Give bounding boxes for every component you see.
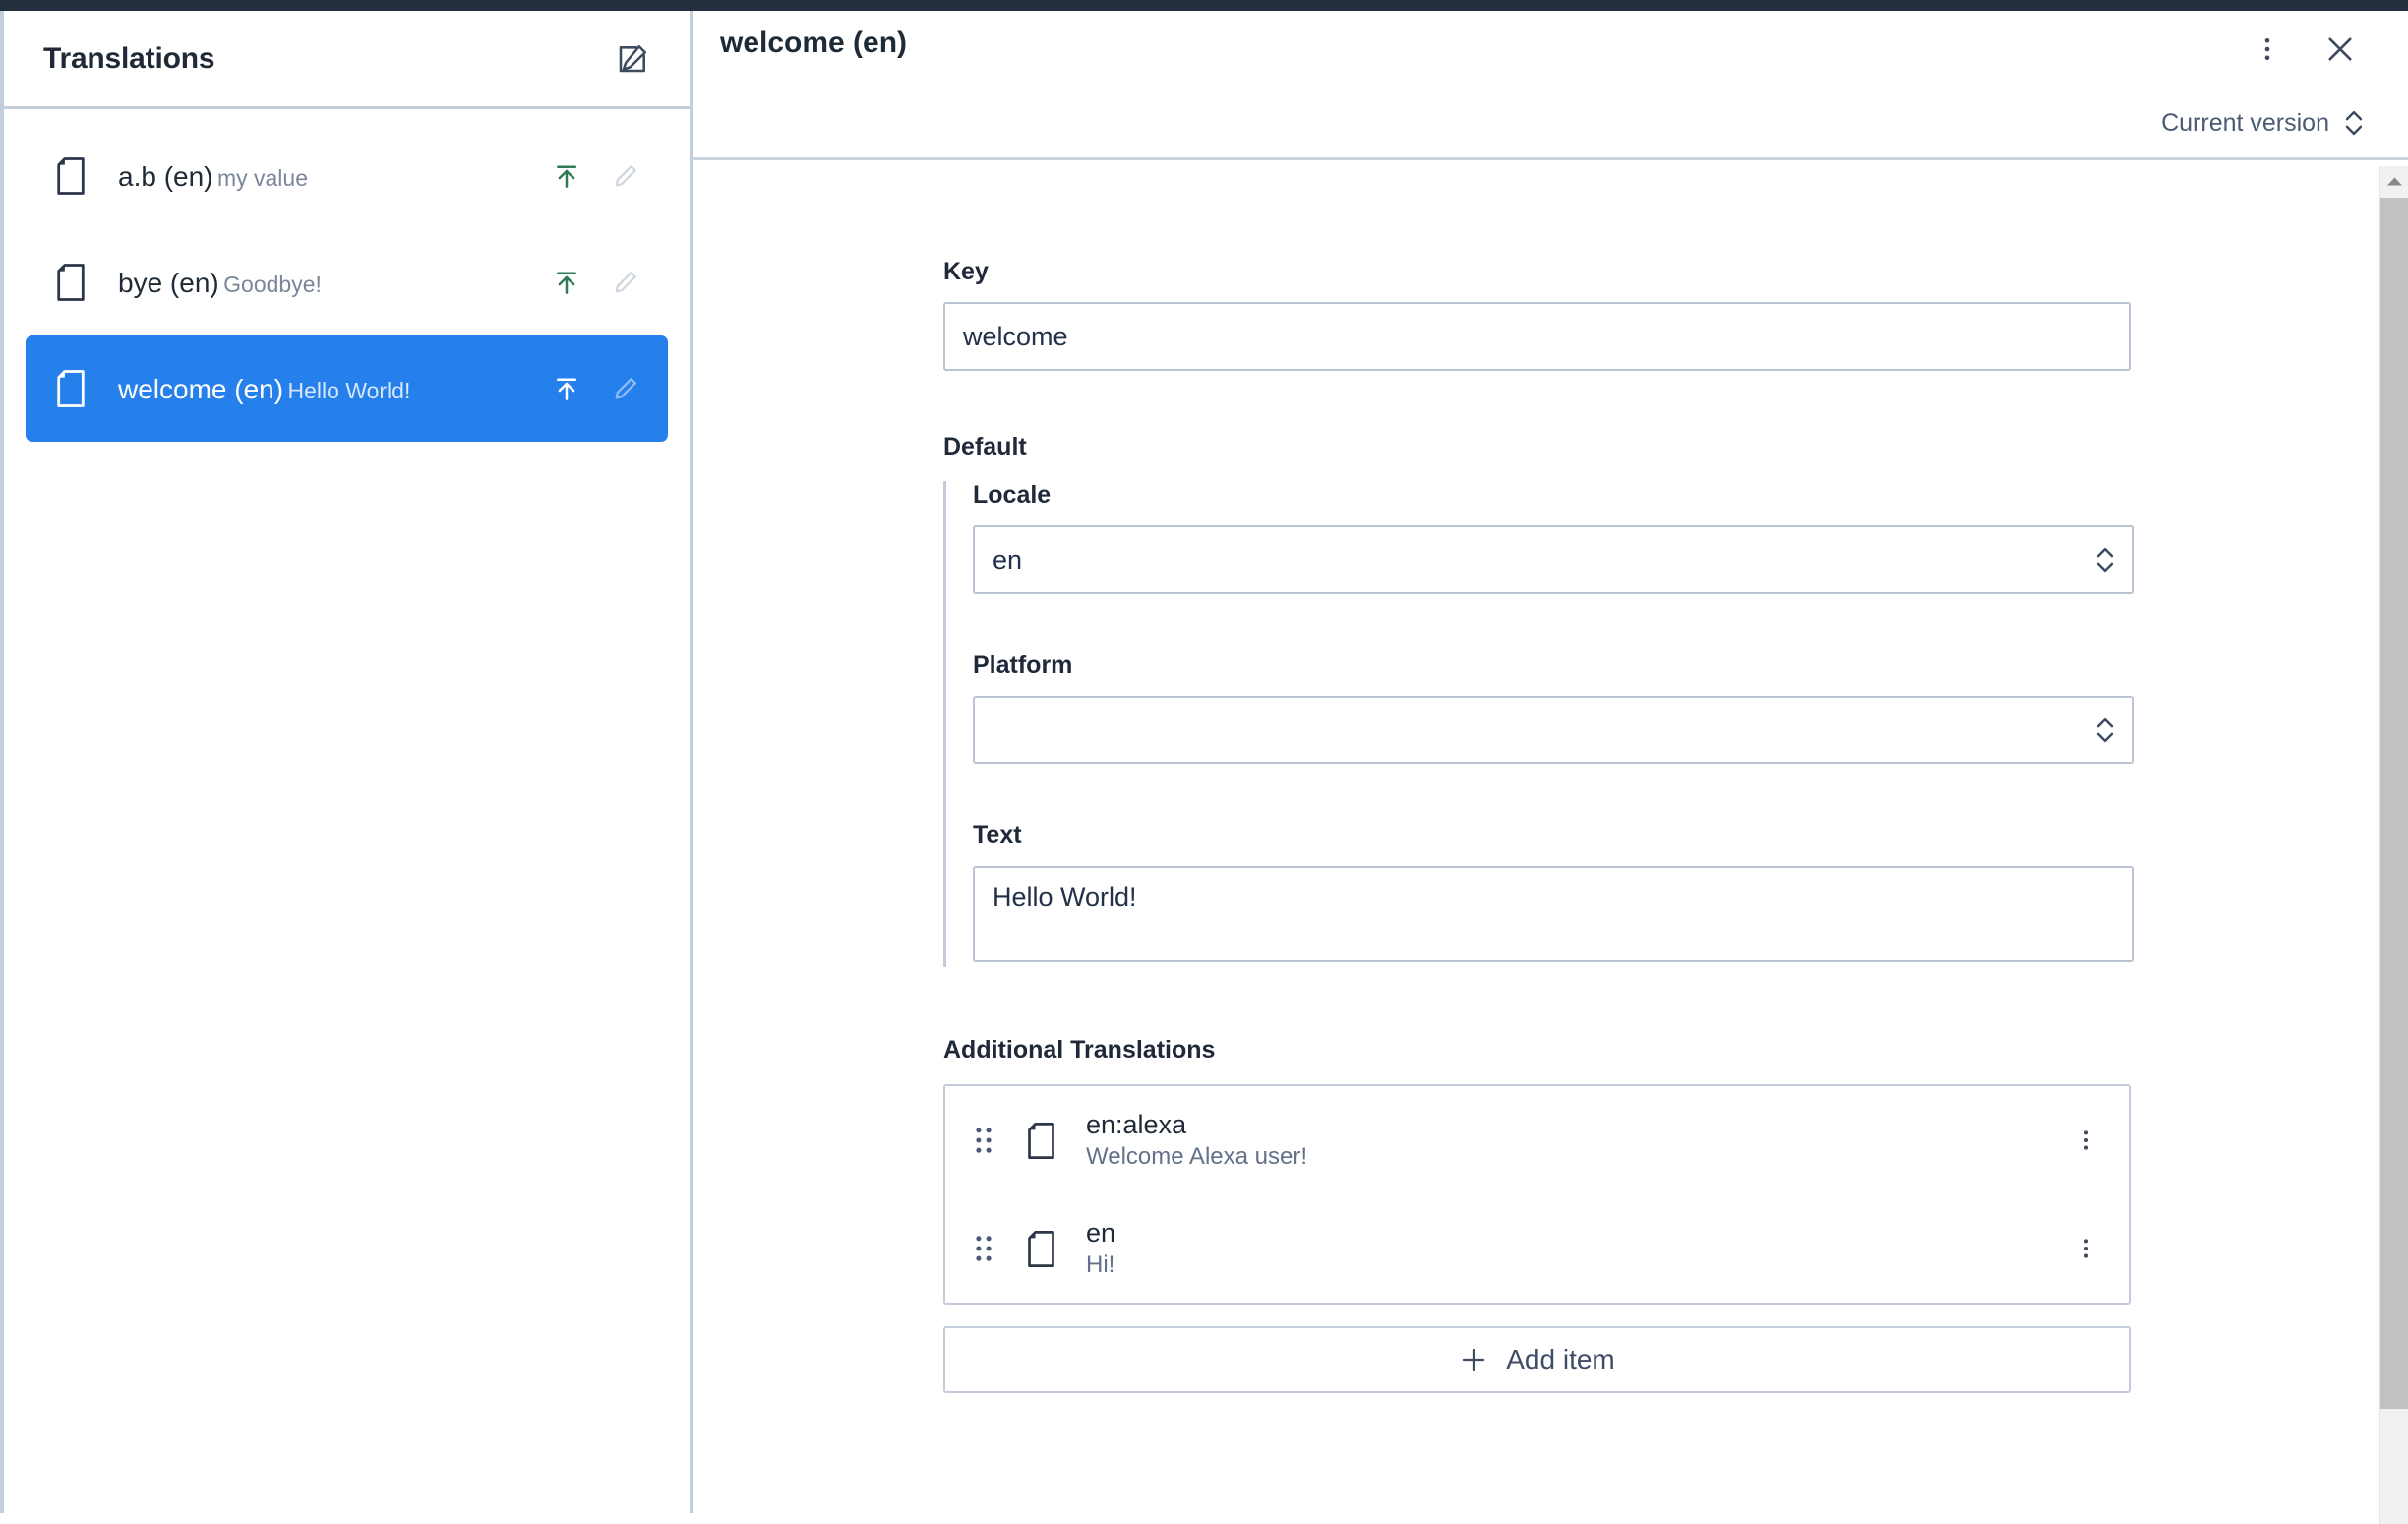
list-item-title: a.b (en) <box>118 160 213 192</box>
scroll-up-arrow-icon[interactable] <box>2380 166 2408 196</box>
list-item[interactable]: en Hi! <box>945 1194 2129 1303</box>
list-item-title: welcome (en) <box>118 373 284 404</box>
compose-pencil-square-icon[interactable] <box>611 37 654 81</box>
drag-handle-icon[interactable] <box>971 1232 996 1265</box>
detail-panel: welcome (en) Current version Key welcome… <box>693 11 2408 1524</box>
field-platform-label: Platform <box>973 651 1073 679</box>
field-text-label: Text <box>973 822 1022 849</box>
scrollbar-thumb[interactable] <box>2380 198 2408 1409</box>
vertical-scrollbar[interactable] <box>2379 166 2408 1524</box>
list-item-subtitle: my value <box>216 164 308 191</box>
pencil-icon[interactable] <box>607 370 644 407</box>
translations-sidebar: Translations a.b (en) my value bye (en) … <box>0 11 693 1513</box>
text-textarea[interactable] <box>973 866 2134 962</box>
publish-upload-icon[interactable] <box>548 157 585 195</box>
section-default-label: Default <box>943 433 1027 460</box>
version-selector-label: Current version <box>2161 108 2329 137</box>
locale-select-wrap: en <box>973 525 2134 594</box>
section-default-body: Locale en Platform Text Hello World! <box>943 481 2134 967</box>
add-item-button[interactable]: Add item <box>943 1326 2131 1393</box>
list-item-text: en:alexa Welcome Alexa user! <box>1086 1109 2066 1172</box>
pencil-icon[interactable] <box>607 157 644 195</box>
additional-translations-list: en:alexa Welcome Alexa user! en Hi! <box>943 1084 2131 1305</box>
add-item-label: Add item <box>1506 1344 1615 1374</box>
list-item[interactable]: bye (en) Goodbye! <box>26 229 668 335</box>
chevron-up-down-icon <box>2343 106 2365 140</box>
more-vertical-icon[interactable] <box>2066 1228 2107 1269</box>
section-additional-translations: Additional Translations en:alexa Welcome… <box>943 1036 2131 1393</box>
sidebar-header: Translations <box>4 11 690 109</box>
close-icon[interactable] <box>2318 27 2363 72</box>
more-vertical-icon[interactable] <box>2245 27 2290 72</box>
publish-upload-icon[interactable] <box>548 264 585 301</box>
list-item-subtitle: Hello World! <box>287 377 411 403</box>
list-item-actions <box>548 370 644 407</box>
list-item-actions <box>548 157 644 195</box>
locale-select-value: en <box>993 544 1023 575</box>
list-item-title: en <box>1086 1218 1116 1249</box>
list-item-text: welcome (en) Hello World! <box>118 372 548 406</box>
section-additional-label: Additional Translations <box>943 1036 1216 1064</box>
more-vertical-icon[interactable] <box>2066 1120 2107 1161</box>
app-frame: Translations a.b (en) my value bye (en) … <box>0 11 2408 1524</box>
document-icon <box>51 263 90 302</box>
version-selector[interactable]: Current version <box>2161 106 2365 140</box>
list-item[interactable]: welcome (en) Hello World! <box>26 335 668 442</box>
key-input[interactable] <box>943 302 2131 371</box>
document-icon <box>51 369 90 408</box>
field-platform: Platform <box>973 651 2134 764</box>
locale-select[interactable]: en <box>973 525 2134 594</box>
window-top-bar <box>0 0 2408 11</box>
detail-header: welcome (en) Current version <box>693 11 2408 160</box>
page-title: welcome (en) <box>720 27 908 59</box>
list-item-text: bye (en) Goodbye! <box>118 266 548 300</box>
list-item[interactable]: a.b (en) my value <box>26 123 668 229</box>
translations-list: a.b (en) my value bye (en) Goodbye! welc… <box>4 109 690 442</box>
platform-select[interactable] <box>973 696 2134 764</box>
document-icon <box>1022 1122 1059 1160</box>
translation-form: Key Default Locale en <box>943 163 2134 1393</box>
list-item-title: en:alexa <box>1086 1110 1187 1140</box>
list-item-subtitle: Hi! <box>1086 1250 1115 1278</box>
list-item-actions <box>548 264 644 301</box>
document-icon <box>1022 1230 1059 1268</box>
field-key: Key <box>943 258 2131 371</box>
list-item-text: en Hi! <box>1086 1217 2066 1280</box>
drag-handle-icon[interactable] <box>971 1124 996 1157</box>
list-item-title: bye (en) <box>118 267 219 298</box>
field-key-label: Key <box>943 258 989 285</box>
field-locale: Locale en <box>973 481 2134 594</box>
detail-scroll-body: Key Default Locale en <box>693 163 2408 1513</box>
plus-icon <box>1459 1345 1488 1374</box>
document-icon <box>51 156 90 196</box>
publish-upload-icon[interactable] <box>548 370 585 407</box>
list-item[interactable]: en:alexa Welcome Alexa user! <box>945 1086 2129 1194</box>
field-text: Text <box>973 822 2134 967</box>
sidebar-title: Translations <box>43 41 215 75</box>
list-item-text: a.b (en) my value <box>118 159 548 194</box>
list-item-subtitle: Welcome Alexa user! <box>1086 1142 1307 1170</box>
platform-select-wrap <box>973 696 2134 764</box>
pencil-icon[interactable] <box>607 264 644 301</box>
list-item-subtitle: Goodbye! <box>223 271 322 297</box>
section-default: Default Locale en Platform Text Hello Wo… <box>943 433 2134 967</box>
field-locale-label: Locale <box>973 481 1052 509</box>
